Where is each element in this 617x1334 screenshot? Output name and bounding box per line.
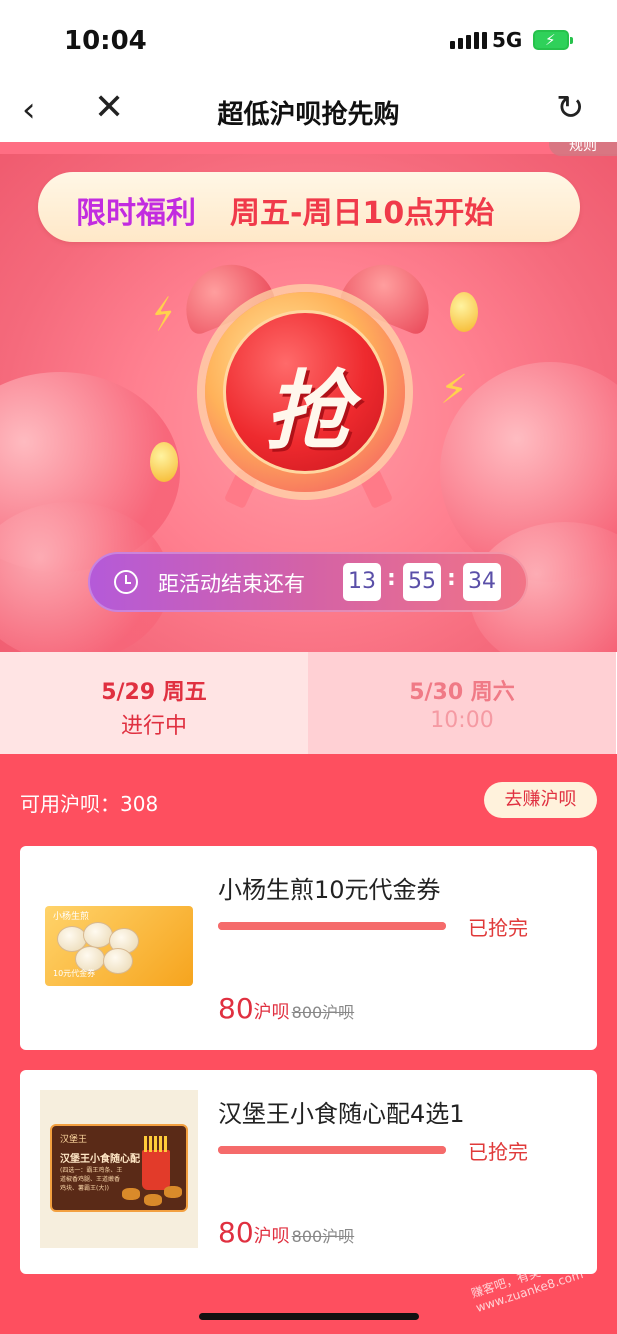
- countdown-hours: 13: [343, 563, 381, 601]
- home-indicator[interactable]: [199, 1313, 419, 1320]
- price-value: 80: [218, 992, 254, 1025]
- countdown-label: 距活动结束还有: [158, 572, 305, 596]
- countdown-seconds: 34: [463, 563, 501, 601]
- product-thumbnail: 小杨生煎 10元代金券: [40, 866, 198, 1024]
- lightning-icon: ⚡: [142, 288, 186, 342]
- clock-icon: [114, 570, 138, 594]
- banner-left-text: 限时福利: [76, 196, 196, 231]
- available-points: 可用沪呗：308: [20, 792, 159, 816]
- rules-tab[interactable]: 规则: [549, 142, 617, 156]
- day-tab-saturday[interactable]: 5/30 周六 10:00: [308, 652, 616, 754]
- sold-out-label: 已抢完: [468, 1140, 528, 1164]
- thumb-subtitle: (四选一：霸王鸡条、王道椒香鸡腿、王道嫩香鸡块、薯霸王(大)): [60, 1167, 123, 1192]
- refresh-icon[interactable]: ↻: [556, 90, 585, 126]
- price-row: 80 沪呗 800沪呗: [218, 1216, 354, 1249]
- price-row: 80 沪呗 800沪呗: [218, 992, 354, 1025]
- day-tab-status: 10:00: [430, 708, 494, 733]
- countdown-minutes: 55: [403, 563, 441, 601]
- coin-decoration: [150, 442, 178, 482]
- product-card[interactable]: 小杨生煎 10元代金券 小杨生煎10元代金券 已抢完 80 沪呗 800沪呗: [20, 846, 597, 1050]
- clock-leg-decoration: [358, 468, 394, 510]
- grab-character: 抢: [265, 362, 351, 462]
- earn-points-button[interactable]: 去赚沪呗: [484, 782, 597, 818]
- promo-banner: 限时福利 周五-周日10点开始: [38, 172, 580, 242]
- thumb-logo: 小杨生煎: [53, 912, 90, 922]
- banner-right-text: 周五-周日10点开始: [230, 196, 495, 231]
- original-price: 800沪呗: [291, 1003, 355, 1022]
- alarm-clock[interactable]: 抢: [205, 292, 405, 492]
- stock-progress-fill: [218, 922, 446, 930]
- countdown-separator: :: [447, 566, 456, 591]
- price-value: 80: [218, 1216, 254, 1249]
- battery-icon: ⚡: [533, 30, 573, 50]
- day-tab-friday[interactable]: 5/29 周五 进行中: [0, 652, 308, 754]
- thumbnail-background: 汉堡王 汉堡王小食随心配 (四选一：霸王鸡条、王道椒香鸡腿、王道嫩香鸡块、薯霸王…: [40, 1090, 198, 1248]
- nav-bar: ‹ ✕ 超低沪呗抢先购 ↻: [0, 80, 617, 142]
- countdown-bar: 距活动结束还有 13 : 55 : 34: [88, 552, 528, 612]
- stock-progress-bar: [218, 922, 446, 930]
- nugget-decoration: [144, 1194, 162, 1206]
- fries-decoration: [142, 1136, 170, 1190]
- product-title: 汉堡王小食随心配4选1: [218, 1100, 465, 1128]
- thumb-brand: 汉堡王: [60, 1135, 88, 1145]
- stock-progress-bar: [218, 1146, 446, 1154]
- status-bar: 10:04 5G ⚡: [0, 0, 617, 80]
- page-title: 超低沪呗抢先购: [217, 100, 400, 130]
- product-title: 小杨生煎10元代金券: [218, 876, 441, 904]
- stock-progress-fill: [218, 1146, 446, 1154]
- nugget-decoration: [122, 1188, 140, 1200]
- voucher-image: 小杨生煎 10元代金券: [45, 906, 193, 986]
- day-tab-date: 5/30 周六: [409, 680, 515, 705]
- product-list-section: 可用沪呗：308 去赚沪呗 小杨生煎 10元代金券 小杨生煎10元代金券 已抢完…: [0, 754, 617, 1334]
- clock-face: 抢: [223, 310, 387, 474]
- product-card[interactable]: 汉堡王 汉堡王小食随心配 (四选一：霸王鸡条、王道椒香鸡腿、王道嫩香鸡块、薯霸王…: [20, 1070, 597, 1274]
- status-time: 10:04: [64, 26, 147, 56]
- signal-icon: [450, 32, 487, 49]
- thumb-title: 汉堡王小食随心配: [60, 1154, 140, 1165]
- nugget-decoration: [164, 1186, 182, 1198]
- day-tab-date: 5/29 周五: [101, 680, 207, 705]
- bun-decoration: [103, 948, 133, 974]
- thumb-caption: 10元代金券: [53, 969, 96, 978]
- price-unit: 沪呗: [253, 1002, 290, 1023]
- coin-decoration: [450, 292, 478, 332]
- original-price: 800沪呗: [291, 1227, 355, 1246]
- voucher-image: 汉堡王 汉堡王小食随心配 (四选一：霸王鸡条、王道椒香鸡腿、王道嫩香鸡块、薯霸王…: [50, 1124, 188, 1212]
- hero-top-strip: [0, 142, 617, 154]
- countdown-separator: :: [387, 566, 396, 591]
- day-tab-status: 进行中: [120, 714, 187, 739]
- product-thumbnail: 汉堡王 汉堡王小食随心配 (四选一：霸王鸡条、王道椒香鸡腿、王道嫩香鸡块、薯霸王…: [40, 1090, 198, 1248]
- day-tabs: 5/29 周五 进行中 5/30 周六 10:00: [0, 652, 617, 754]
- lightning-icon: ⚡: [440, 367, 469, 413]
- hero-banner: 规则 限时福利 周五-周日10点开始 ⚡ ⚡ 抢 距活动结束还有 13 : 55…: [0, 142, 617, 652]
- sold-out-label: 已抢完: [468, 916, 528, 940]
- price-unit: 沪呗: [253, 1226, 290, 1247]
- network-label: 5G: [492, 28, 523, 52]
